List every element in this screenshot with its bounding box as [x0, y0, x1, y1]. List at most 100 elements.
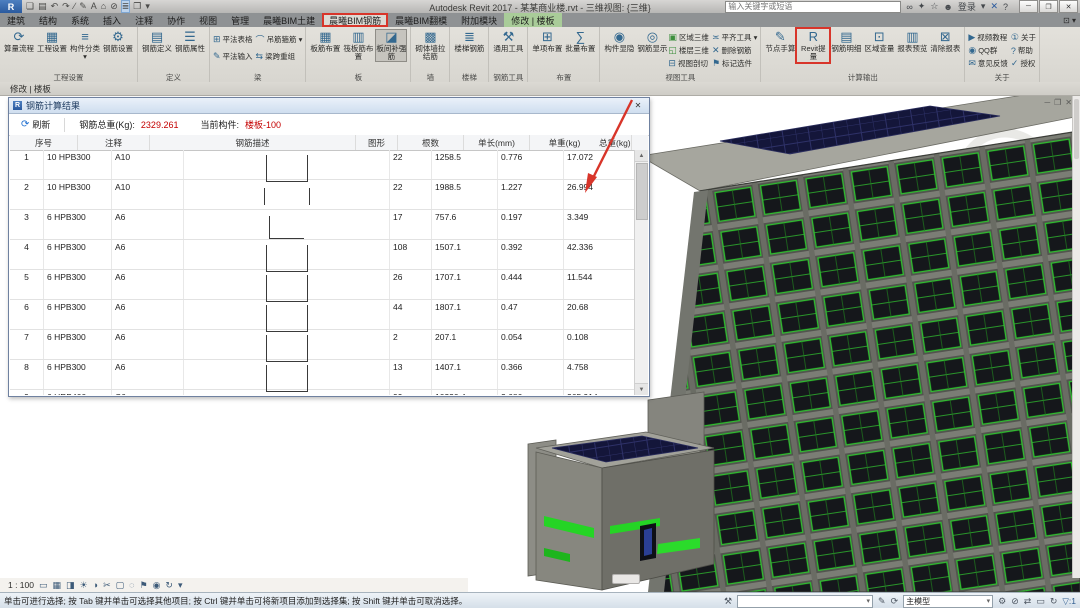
ribbon-button[interactable]: ▤钢筋定义: [141, 29, 173, 53]
ribbon-tab[interactable]: 系统: [64, 13, 96, 27]
ribbon-button[interactable]: ◉QQ群: [968, 44, 1008, 57]
status-icon[interactable]: ⊘: [1011, 596, 1019, 607]
ribbon-button[interactable]: ▥筏板筋布置: [342, 29, 374, 62]
qat-icon[interactable]: ∕: [74, 1, 76, 12]
ribbon-button[interactable]: ▩砌体墙拉结筋: [414, 29, 446, 62]
reload-latest-icon[interactable]: ⟳: [891, 596, 899, 607]
view-minimize-icon[interactable]: ─: [1044, 98, 1050, 107]
ribbon-button[interactable]: ▦工程设置: [36, 29, 68, 62]
table-row[interactable]: 4 6 HPB300 A6 108 1507.1 0.392 42.336: [10, 240, 635, 270]
design-option-select[interactable]: 主模型 ▾: [903, 595, 993, 608]
table-header-cell[interactable]: 根数: [398, 135, 464, 150]
ribbon-tab[interactable]: 注释: [128, 13, 160, 27]
table-row[interactable]: 9 6 HRB400 C6 99 10330.4 2.686 265.914: [10, 390, 635, 395]
qat-icon[interactable]: ↷: [62, 1, 70, 12]
ribbon-tab[interactable]: 管理: [224, 13, 256, 27]
ribbon-button[interactable]: ◎钢筋显示: [636, 29, 668, 53]
table-header-cell[interactable]: 钢筋描述: [150, 135, 356, 150]
qat-icon[interactable]: ▤: [38, 1, 47, 12]
ribbon-button[interactable]: ≣楼梯钢筋: [453, 29, 485, 53]
ribbon-tab[interactable]: 插入: [96, 13, 128, 27]
view-control-icon[interactable]: ↻: [165, 580, 173, 591]
revit-app-menu-button[interactable]: R: [0, 0, 22, 13]
ribbon-button[interactable]: ⊞平法表格: [213, 31, 253, 48]
qat-icon[interactable]: ❐: [133, 1, 141, 12]
table-body[interactable]: 1 10 HPB300 A10 22 1258.5 0.776 17.072 2…: [10, 150, 635, 395]
help-search-input[interactable]: [725, 1, 901, 13]
view-control-icon[interactable]: ✂: [103, 580, 111, 591]
user-icon[interactable]: ☻: [943, 2, 952, 12]
qat-icon[interactable]: ≣: [122, 1, 130, 12]
table-row[interactable]: 7 6 HPB300 A6 2 207.1 0.054 0.108: [10, 330, 635, 360]
ribbon-tab[interactable]: 视图: [192, 13, 224, 27]
view-control-icon[interactable]: ◨: [66, 580, 75, 591]
ribbon-tab[interactable]: 协作: [160, 13, 192, 27]
ribbon-button[interactable]: ◉构件显隐: [603, 29, 635, 53]
ribbon-button[interactable]: ⟳算量流程: [3, 29, 35, 62]
qat-icon[interactable]: ↶: [51, 1, 59, 12]
ribbon-button[interactable]: ①关于: [1011, 31, 1036, 44]
qat-icon[interactable]: ⊘: [110, 1, 118, 12]
ribbon-button[interactable]: RRevit提量: [797, 29, 829, 62]
ribbon-button[interactable]: ☰钢筋属性: [174, 29, 206, 53]
table-row[interactable]: 2 10 HPB300 A10 22 1988.5 1.227 26.994: [10, 180, 635, 210]
restore-button[interactable]: ❐: [1039, 0, 1058, 13]
ribbon-button[interactable]: ≍平齐工具 ▾: [712, 31, 757, 44]
ribbon-button[interactable]: ✓授权: [1011, 57, 1036, 70]
sign-in-label[interactable]: 登录: [958, 0, 976, 13]
view-scale-label[interactable]: 1 : 100: [8, 580, 34, 590]
ribbon-button[interactable]: ?帮助: [1011, 44, 1036, 57]
table-row[interactable]: 3 6 HPB300 A6 17 757.6 0.197 3.349: [10, 210, 635, 240]
ribbon-button[interactable]: ✎节点手算: [764, 29, 796, 62]
ribbon-button[interactable]: ⊡区域查量: [863, 29, 895, 62]
table-row[interactable]: 6 6 HPB300 A6 44 1807.1 0.47 20.68: [10, 300, 635, 330]
minimize-button[interactable]: ─: [1019, 0, 1038, 13]
selection-filter-badge[interactable]: ▽:1: [1062, 596, 1076, 607]
view-control-icon[interactable]: ◉: [153, 580, 161, 591]
table-header-cell[interactable]: 图形: [356, 135, 398, 150]
qat-icon[interactable]: ❏: [26, 1, 34, 12]
ribbon-tab[interactable]: 修改 | 楼板: [504, 13, 561, 27]
view-control-icon[interactable]: ◑: [93, 580, 98, 591]
ribbon-button[interactable]: ✎平法输入: [213, 48, 253, 65]
view-close-icon[interactable]: ✕: [1065, 98, 1072, 107]
worksets-icon[interactable]: ⚒: [724, 596, 732, 607]
view-control-icon[interactable]: ▭: [39, 580, 48, 591]
status-icon[interactable]: ⇄: [1024, 596, 1032, 607]
ribbon-tab[interactable]: 附加模块: [454, 13, 504, 27]
ribbon-tab[interactable]: 建筑: [0, 13, 32, 27]
ribbon-button[interactable]: ✉意见反馈: [968, 57, 1008, 70]
status-icon[interactable]: ↻: [1050, 596, 1058, 607]
ribbon-button[interactable]: ⊠清除报表: [929, 29, 961, 62]
ribbon-button[interactable]: ▥报表预览: [896, 29, 928, 62]
dialog-title-bar[interactable]: R 钢筋计算结果 ✕: [9, 98, 649, 114]
ribbon-button[interactable]: ▶视频教程: [968, 31, 1008, 44]
view-control-icon[interactable]: ◌: [129, 580, 134, 591]
ribbon-button[interactable]: ⇆梁跨重组: [256, 48, 303, 65]
table-header-cell[interactable]: 单长(mm): [464, 135, 530, 150]
ribbon-button[interactable]: ⌒吊筋箍筋 ▾: [256, 31, 303, 48]
search-icon[interactable]: ∞: [906, 2, 912, 12]
qat-icon[interactable]: ✎: [79, 1, 87, 12]
table-header-cell[interactable]: 序号: [10, 135, 78, 150]
ribbon-button[interactable]: ▦板筋布置: [309, 29, 341, 62]
ribbon-button[interactable]: ≡构件分类 ▾: [69, 29, 101, 62]
drawing-area[interactable]: ─ ❐ ✕ R 钢筋计算结果 ✕ ⟳ 刷新 钢筋总重(Kg): 2329.261…: [0, 96, 1080, 592]
table-row[interactable]: 1 10 HPB300 A10 22 1258.5 0.776 17.072: [10, 150, 635, 180]
close-button[interactable]: ✕: [1059, 0, 1078, 13]
exchange-apps-icon[interactable]: ✦: [918, 1, 926, 12]
ribbon-button[interactable]: ▤钢筋明细: [830, 29, 862, 62]
table-row[interactable]: 5 6 HPB300 A6 26 1707.1 0.444 11.544: [10, 270, 635, 300]
qat-icon[interactable]: A: [91, 1, 97, 12]
ribbon-tab[interactable]: 晨曦BIM钢筋: [322, 13, 388, 27]
editable-only-icon[interactable]: ✎: [878, 596, 886, 607]
ribbon-tab[interactable]: 晨曦BIM翻模: [388, 13, 454, 27]
ribbon-button[interactable]: ⚙钢筋设置: [102, 29, 134, 62]
help-icon[interactable]: ?: [1003, 2, 1008, 12]
qat-icon[interactable]: ▾: [145, 1, 150, 12]
ribbon-display-toggle[interactable]: ⊡ ▾: [1063, 13, 1076, 27]
ribbon-button[interactable]: ∑批量布置: [564, 29, 596, 53]
ribbon-tab[interactable]: 晨曦BIM土建: [256, 13, 322, 27]
view-restore-icon[interactable]: ❐: [1054, 98, 1061, 107]
workset-select[interactable]: ▾: [737, 595, 873, 608]
